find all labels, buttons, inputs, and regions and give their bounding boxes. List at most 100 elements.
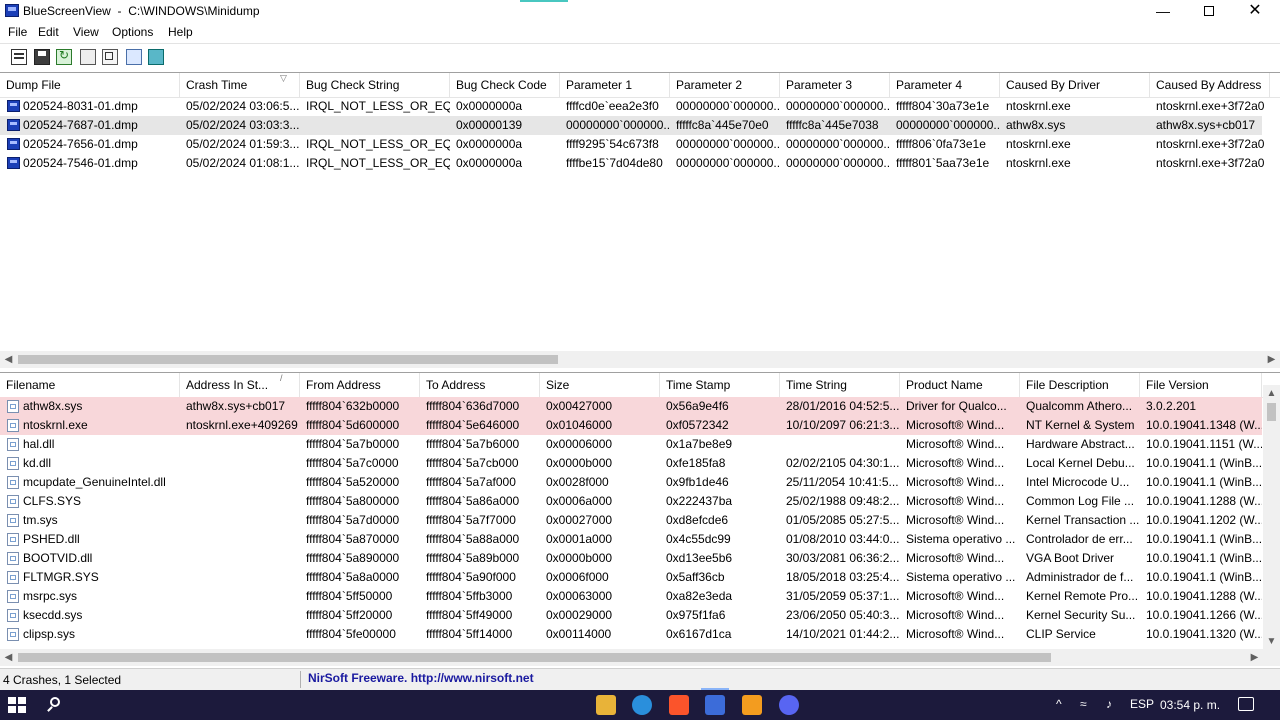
copy-icon[interactable] (80, 49, 96, 65)
driver-list[interactable]: Filename Address In St... / From Address To … (0, 372, 1280, 666)
tray-chevron-icon[interactable]: ^ (1056, 697, 1062, 711)
volume-icon[interactable]: ♪ (1106, 697, 1112, 711)
minimize-button[interactable]: — (1140, 0, 1186, 23)
refresh-icon[interactable] (56, 48, 72, 65)
discord-icon[interactable] (779, 695, 799, 715)
save-icon[interactable] (34, 49, 50, 65)
cell-time-stamp: 0x56a9e4f6 (666, 399, 729, 413)
table-row[interactable]: 020524-7546-01.dmp 05/02/2024 01:08:1... I… (0, 154, 1264, 173)
driver-list-hscrollbar[interactable]: ◀ ▶ (0, 649, 1280, 666)
cell-filename: ksecdd.sys (23, 608, 83, 622)
cell-to-address: fffff804`5ffb3000 (426, 589, 513, 603)
crash-list[interactable]: Dump File Crash Time ▽ Bug Check String Bug … (0, 72, 1280, 368)
column-header-filename[interactable]: Filename (0, 373, 180, 397)
cell-size: 0x00029000 (546, 608, 613, 622)
windows-start-icon[interactable] (8, 697, 26, 713)
table-row[interactable]: athw8x.sys athw8x.sys+cb017 fffff804`632b0… (0, 397, 1262, 416)
table-row[interactable]: PSHED.dll fffff804`5a870000 fffff804`5a88a… (0, 530, 1262, 549)
column-header-bug-check-code[interactable]: Bug Check Code (450, 73, 560, 97)
column-header-caused-by-driver[interactable]: Caused By Driver (1000, 73, 1150, 97)
wifi-icon[interactable]: ≈ (1080, 697, 1087, 711)
scroll-down-icon[interactable]: ▼ (1263, 633, 1280, 650)
cell-from-address: fffff804`5a890000 (306, 551, 400, 565)
column-header-product-name[interactable]: Product Name (900, 373, 1020, 397)
column-header-bug-check-string[interactable]: Bug Check String (300, 73, 450, 97)
column-header-size[interactable]: Size (540, 373, 660, 397)
column-header-time-stamp[interactable]: Time Stamp (660, 373, 780, 397)
scroll-right-icon[interactable]: ▶ (1246, 649, 1263, 666)
cell-filename: mcupdate_GenuineIntel.dll (23, 475, 166, 489)
table-row[interactable]: clipsp.sys fffff804`5fe00000 fffff804`5ff1… (0, 625, 1262, 644)
file-explorer-icon[interactable] (596, 695, 616, 715)
scroll-left-icon[interactable]: ◀ (0, 649, 17, 666)
brave-icon[interactable] (669, 695, 689, 715)
cell-time-string (780, 435, 900, 454)
crash-list-hscrollbar[interactable]: ◀ ▶ (0, 351, 1280, 368)
cell-file-description: CLIP Service (1026, 627, 1096, 641)
table-row[interactable]: mcupdate_GenuineIntel.dll fffff804`5a5200… (0, 473, 1262, 492)
cell-from-address: fffff804`5ff20000 (306, 608, 393, 622)
table-row[interactable]: kd.dll fffff804`5a7c0000 fffff804`5a7cb000… (0, 454, 1262, 473)
scroll-thumb[interactable] (1267, 403, 1276, 421)
column-header-file-description[interactable]: File Description (1020, 373, 1140, 397)
options-icon[interactable] (102, 49, 118, 65)
table-row[interactable]: 020524-7687-01.dmp 05/02/2024 03:03:3... 0… (0, 116, 1262, 135)
table-row[interactable]: 020524-7656-01.dmp 05/02/2024 01:59:3... I… (0, 135, 1264, 154)
table-row[interactable]: ntoskrnl.exe ntoskrnl.exe+409269 fffff804`… (0, 416, 1262, 435)
column-header-parameter-4[interactable]: Parameter 4 (890, 73, 1000, 97)
cell-from-address: fffff804`5ff50000 (306, 589, 393, 603)
cell-to-address: fffff804`5a89b000 (426, 551, 520, 565)
table-row[interactable]: hal.dll fffff804`5a7b0000 fffff804`5a7b600… (0, 435, 1262, 454)
bluescreenview-icon[interactable] (705, 695, 725, 715)
cell-time-stamp: 0x4c55dc99 (666, 532, 731, 546)
column-header-time-string[interactable]: Time String (780, 373, 900, 397)
column-header-parameter-3[interactable]: Parameter 3 (780, 73, 890, 97)
menu-file[interactable]: File (8, 25, 27, 39)
column-header-dump-file[interactable]: Dump File (0, 73, 180, 97)
notifications-icon[interactable] (1238, 697, 1254, 711)
driver-list-vscrollbar[interactable]: ▲ ▼ (1263, 385, 1280, 650)
column-header-caused-by-address[interactable]: Caused By Address (1150, 73, 1270, 97)
menu-help[interactable]: Help (168, 25, 193, 39)
cell-time-string: 23/06/2050 05:40:3... (786, 608, 900, 622)
column-header-parameter-1[interactable]: Parameter 1 (560, 73, 670, 97)
cell-file-version: 10.0.19041.1 (WinB... (1146, 456, 1262, 470)
cell-caused-by-address: ntoskrnl.exe+3f72a0 (1156, 137, 1265, 151)
properties-icon[interactable] (11, 49, 27, 65)
scroll-right-icon[interactable]: ▶ (1263, 351, 1280, 368)
column-header-from-address[interactable]: From Address (300, 373, 420, 397)
menu-options[interactable]: Options (112, 25, 153, 39)
scroll-left-icon[interactable]: ◀ (0, 351, 17, 368)
menu-view[interactable]: View (73, 25, 99, 39)
cell-dump-file: 020524-7656-01.dmp (23, 137, 138, 151)
app-icon[interactable] (742, 695, 762, 715)
search-icon[interactable] (46, 696, 64, 714)
cell-size: 0x0000b000 (546, 456, 613, 470)
scroll-thumb[interactable] (18, 355, 558, 364)
maximize-button[interactable] (1186, 0, 1232, 23)
scroll-up-icon[interactable]: ▲ (1263, 385, 1280, 402)
find-icon[interactable] (126, 49, 142, 65)
table-row[interactable]: FLTMGR.SYS fffff804`5a8a0000 fffff804`5a90… (0, 568, 1262, 587)
taskbar-clock[interactable]: 03:54 p. m. (1160, 698, 1220, 712)
table-row[interactable]: CLFS.SYS fffff804`5a800000 fffff804`5a86a0… (0, 492, 1262, 511)
menu-edit[interactable]: Edit (38, 25, 59, 39)
close-button[interactable]: ✕ (1232, 0, 1278, 23)
scroll-thumb[interactable] (18, 653, 1051, 662)
table-row[interactable]: ksecdd.sys fffff804`5ff20000 fffff804`5ff4… (0, 606, 1262, 625)
language-indicator[interactable]: ESP (1130, 697, 1154, 711)
table-row[interactable]: tm.sys fffff804`5a7d0000 fffff804`5a7f7000… (0, 511, 1262, 530)
cell-file-description: Administrador de f... (1026, 570, 1134, 584)
cell-parameter-1: ffffbe15`7d04de80 (566, 156, 663, 170)
table-row[interactable]: BOOTVID.dll fffff804`5a890000 fffff804`5a8… (0, 549, 1262, 568)
cell-time-stamp: 0xf0572342 (666, 418, 729, 432)
column-header-to-address[interactable]: To Address (420, 373, 540, 397)
column-header-file-version[interactable]: File Version (1140, 373, 1262, 397)
column-header-parameter-2[interactable]: Parameter 2 (670, 73, 780, 97)
exit-icon[interactable] (148, 49, 164, 65)
nirsoft-link[interactable]: NirSoft Freeware. http://www.nirsoft.net (308, 671, 534, 685)
table-row[interactable]: 020524-8031-01.dmp 05/02/2024 03:06:5... I… (0, 97, 1264, 116)
active-app-indicator (701, 688, 729, 690)
edge-icon[interactable] (632, 695, 652, 715)
table-row[interactable]: msrpc.sys fffff804`5ff50000 fffff804`5ffb3… (0, 587, 1262, 606)
